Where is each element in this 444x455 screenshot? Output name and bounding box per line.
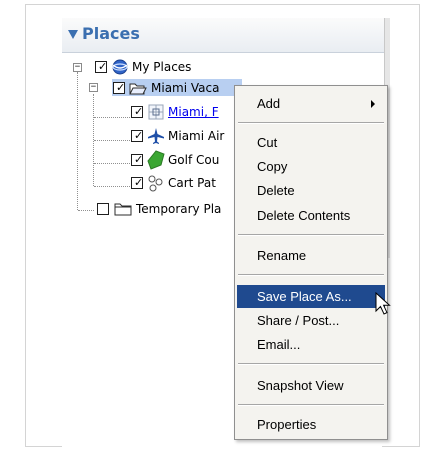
menu-item-email[interactable]: Email...: [237, 333, 385, 356]
checkbox-temporary-places[interactable]: [97, 203, 109, 215]
checkbox-golf-course[interactable]: ✓: [131, 154, 143, 166]
tree-connector: [77, 72, 78, 210]
menu-separator: [238, 404, 384, 406]
menu-item-save-place-as[interactable]: Save Place As...: [237, 285, 385, 308]
checkbox-miami-fl[interactable]: ✓: [131, 106, 143, 118]
expand-collapse-my-places[interactable]: −: [73, 63, 82, 72]
tree-item-temporary-places[interactable]: Temporary Pla: [136, 202, 221, 216]
tree-item-golf-course[interactable]: Golf Cou: [168, 153, 219, 167]
polygon-icon: [147, 150, 165, 170]
menu-separator: [238, 363, 384, 365]
checkmark-icon: ✓: [134, 105, 144, 118]
checkmark-icon: ✓: [134, 176, 144, 189]
checkbox-my-places[interactable]: ✓: [95, 61, 107, 73]
tree-item-miami-fl-link[interactable]: Miami, F: [168, 105, 219, 119]
menu-separator: [238, 274, 384, 276]
menu-item-add[interactable]: Add: [237, 92, 385, 115]
checkbox-cart-path[interactable]: ✓: [131, 177, 143, 189]
menu-item-copy[interactable]: Copy: [237, 155, 385, 178]
tree-item-miami-vacation[interactable]: Miami Vaca: [151, 81, 219, 95]
checkmark-icon: ✓: [116, 81, 126, 94]
tree-connector: [94, 186, 130, 187]
checkmark-icon: ✓: [134, 129, 144, 142]
globe-icon: [112, 59, 128, 75]
folder-icon: [114, 203, 132, 216]
menu-separator: [238, 122, 384, 124]
menu-item-delete[interactable]: Delete: [237, 179, 385, 202]
menu-item-rename[interactable]: Rename: [237, 244, 385, 267]
tree-connector: [94, 140, 130, 141]
mouse-pointer-icon: [375, 292, 391, 315]
path-icon: [148, 175, 163, 192]
checkmark-icon: ✓: [134, 153, 144, 166]
menu-item-snapshot-view[interactable]: Snapshot View: [237, 374, 385, 397]
menu-separator: [238, 234, 384, 236]
checkbox-miami-airport[interactable]: ✓: [131, 130, 143, 142]
menu-item-cut[interactable]: Cut: [237, 131, 385, 154]
tree-connector: [94, 117, 130, 118]
menu-item-share-post[interactable]: Share / Post...: [237, 309, 385, 332]
submenu-arrow-icon: [371, 100, 375, 108]
checkbox-miami-vacation[interactable]: ✓: [113, 82, 125, 94]
tree-connector: [78, 210, 94, 211]
tree-item-cart-path[interactable]: Cart Pat: [168, 176, 216, 190]
menu-item-delete-contents[interactable]: Delete Contents: [237, 204, 385, 227]
context-menu: Add Cut Copy Delete Delete Contents Rena…: [234, 85, 388, 440]
folder-open-icon: [129, 83, 147, 95]
placemark-grid-icon: [148, 104, 164, 120]
checkmark-icon: ✓: [98, 60, 108, 73]
airplane-icon: [148, 128, 164, 144]
menu-item-properties[interactable]: Properties: [237, 413, 385, 436]
tree-connector: [94, 163, 130, 164]
tree-item-my-places[interactable]: My Places: [132, 60, 191, 74]
menu-item-add-label: Add: [257, 96, 281, 111]
expand-collapse-miami-vacation[interactable]: −: [89, 83, 98, 92]
tree-item-miami-airport[interactable]: Miami Air: [168, 129, 224, 143]
